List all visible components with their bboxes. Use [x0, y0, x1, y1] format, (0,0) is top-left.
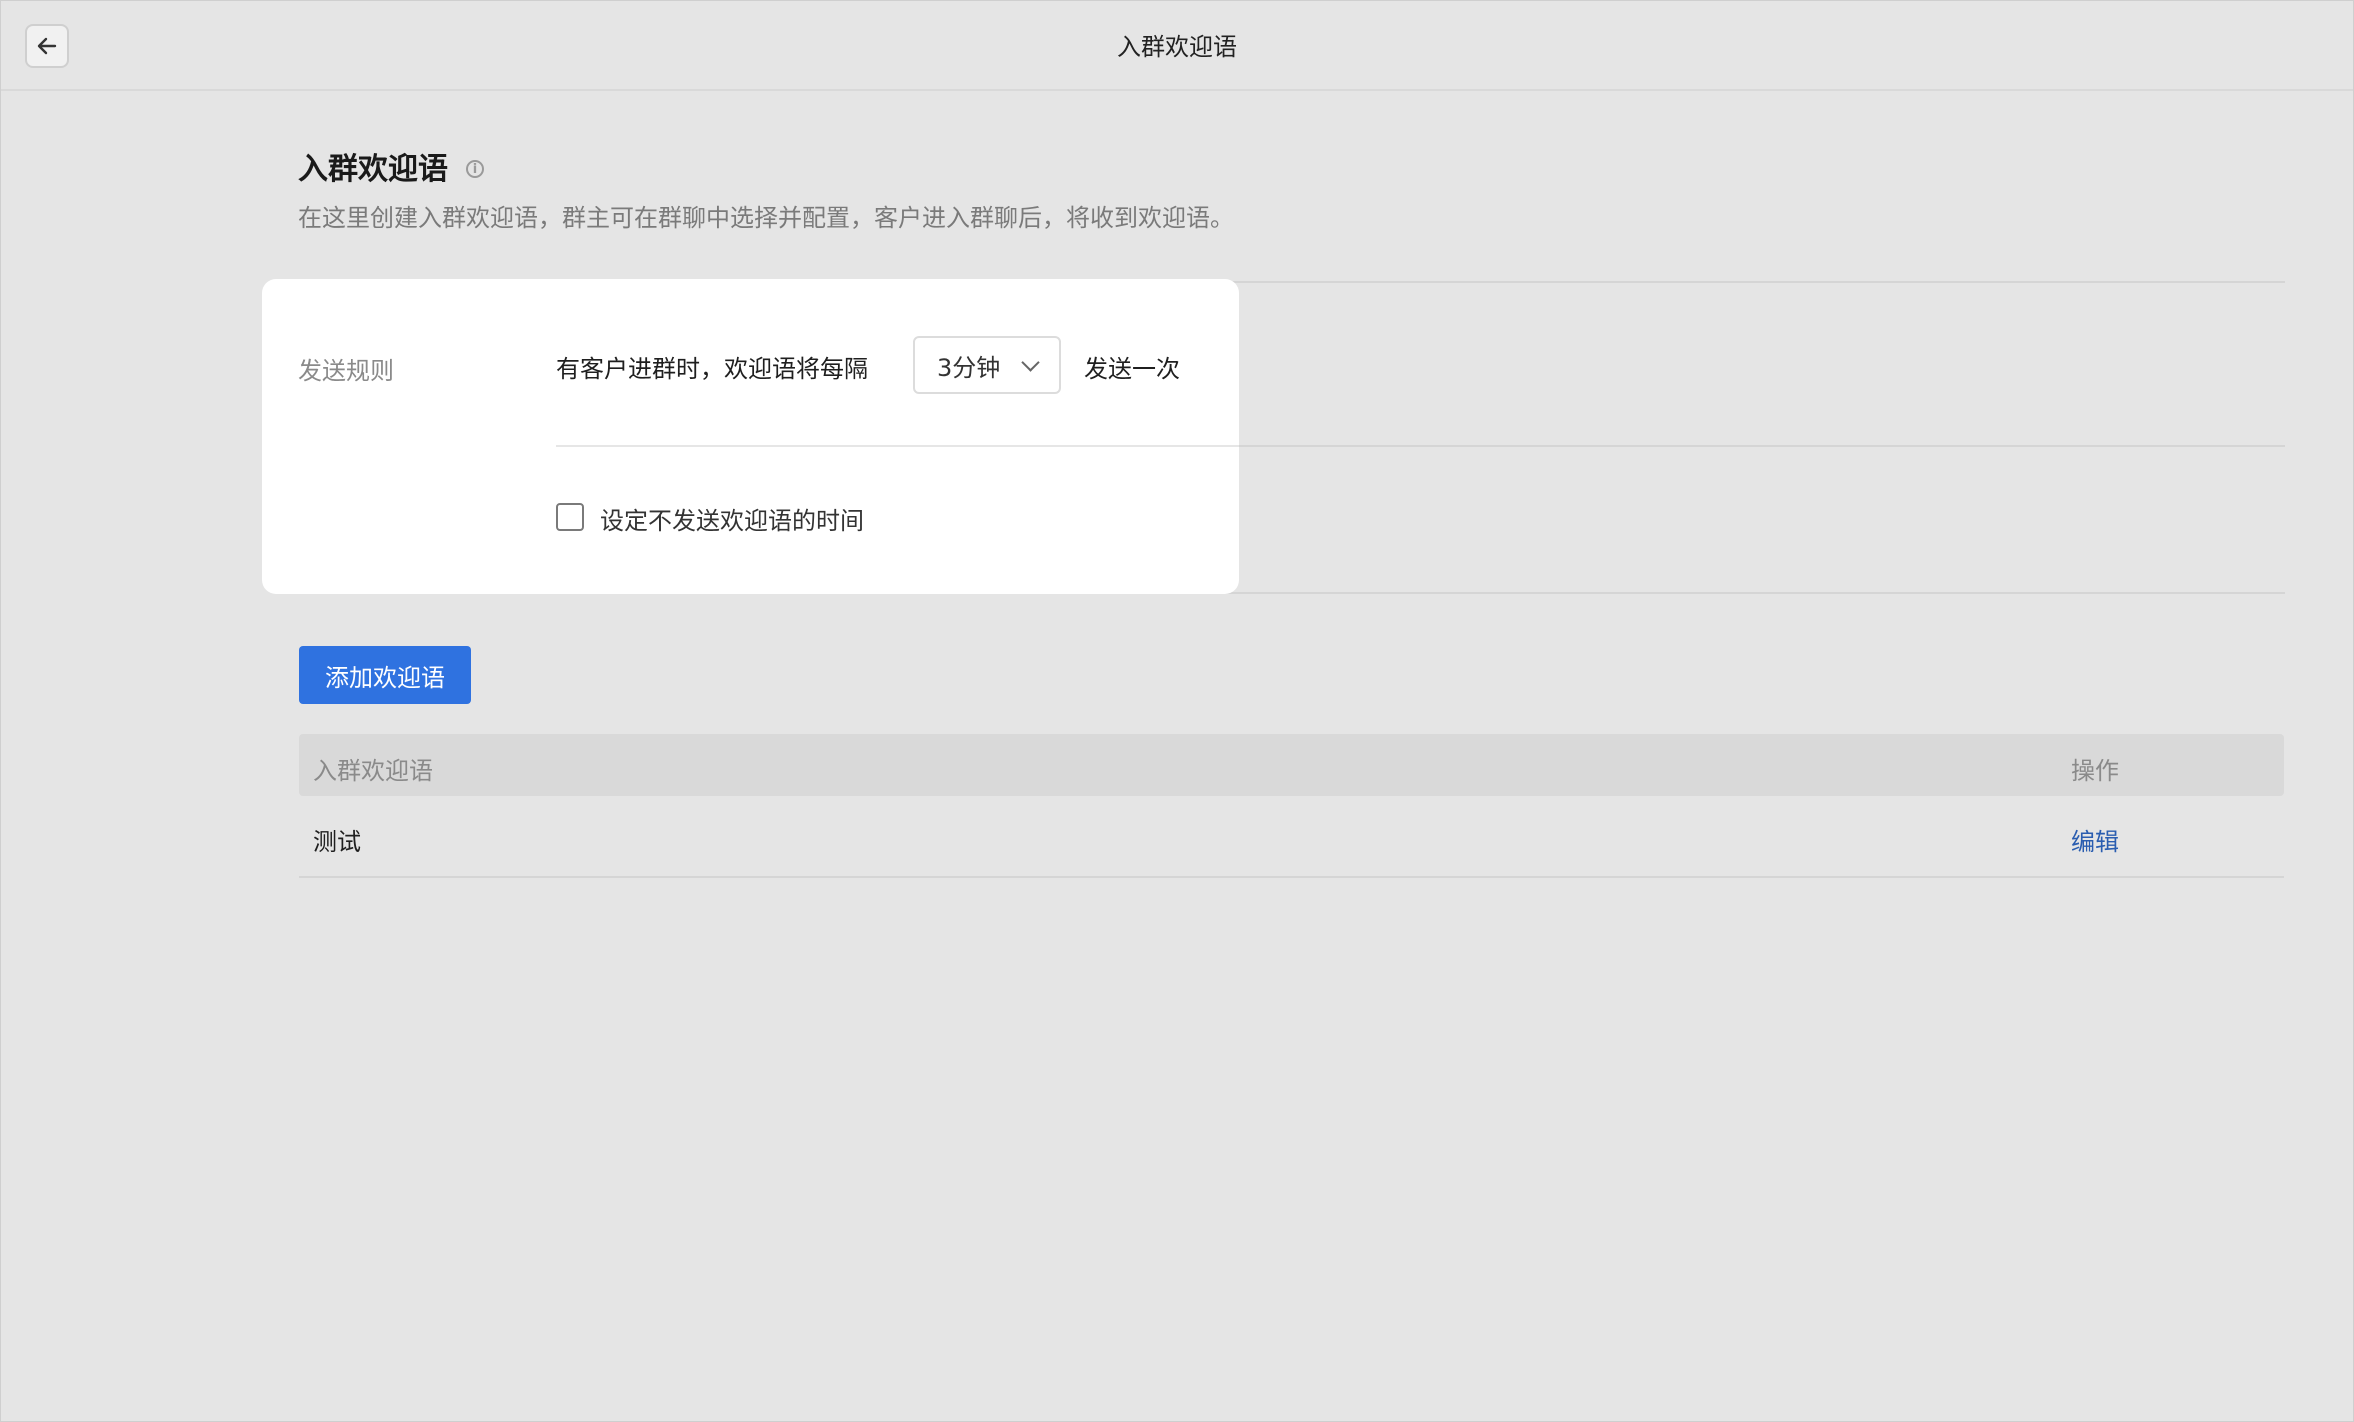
chevron-down-icon	[1021, 353, 1040, 372]
page-description: 在这里创建入群欢迎语，群主可在群聊中选择并配置，客户进入群聊后，将收到欢迎语。	[298, 204, 1234, 232]
send-rule-label: 发送规则	[298, 357, 394, 385]
no-send-time-label[interactable]: 设定不发送欢迎语的时间	[600, 501, 864, 536]
interval-select-value: 3分钟	[937, 353, 1001, 382]
title-bar: 入群欢迎语	[1, 1, 2353, 91]
column-header-action: 操作	[2071, 757, 2119, 785]
row-message: 测试	[313, 828, 361, 856]
send-rule-card: 发送规则 有客户进群时，欢迎语将每隔 3分钟 发送一次 设定不发送欢迎语的时间	[262, 279, 1239, 594]
send-rule-suffix: 发送一次	[1084, 355, 1180, 383]
no-send-time-checkbox[interactable]	[556, 503, 584, 531]
add-welcome-message-button[interactable]: 添加欢迎语	[299, 646, 471, 704]
table-header: 入群欢迎语 操作	[299, 734, 2284, 796]
welcome-message-table: 入群欢迎语 操作 测试 编辑	[299, 734, 2284, 878]
info-icon[interactable]: i	[466, 160, 484, 178]
page-title: 入群欢迎语	[298, 152, 448, 187]
send-rule-prefix: 有客户进群时，欢迎语将每隔	[556, 355, 868, 383]
column-header-message: 入群欢迎语	[313, 757, 433, 785]
edit-link[interactable]: 编辑	[2071, 822, 2119, 857]
window-title: 入群欢迎语	[1117, 33, 1237, 61]
interval-select[interactable]: 3分钟	[913, 336, 1061, 394]
table-row: 测试 编辑	[299, 796, 2284, 878]
rule-divider	[556, 445, 1239, 447]
page-header: 入群欢迎语 i	[298, 144, 484, 188]
app-window: 入群欢迎语 入群欢迎语 i 在这里创建入群欢迎语，群主可在群聊中选择并配置，客户…	[0, 0, 2354, 1422]
